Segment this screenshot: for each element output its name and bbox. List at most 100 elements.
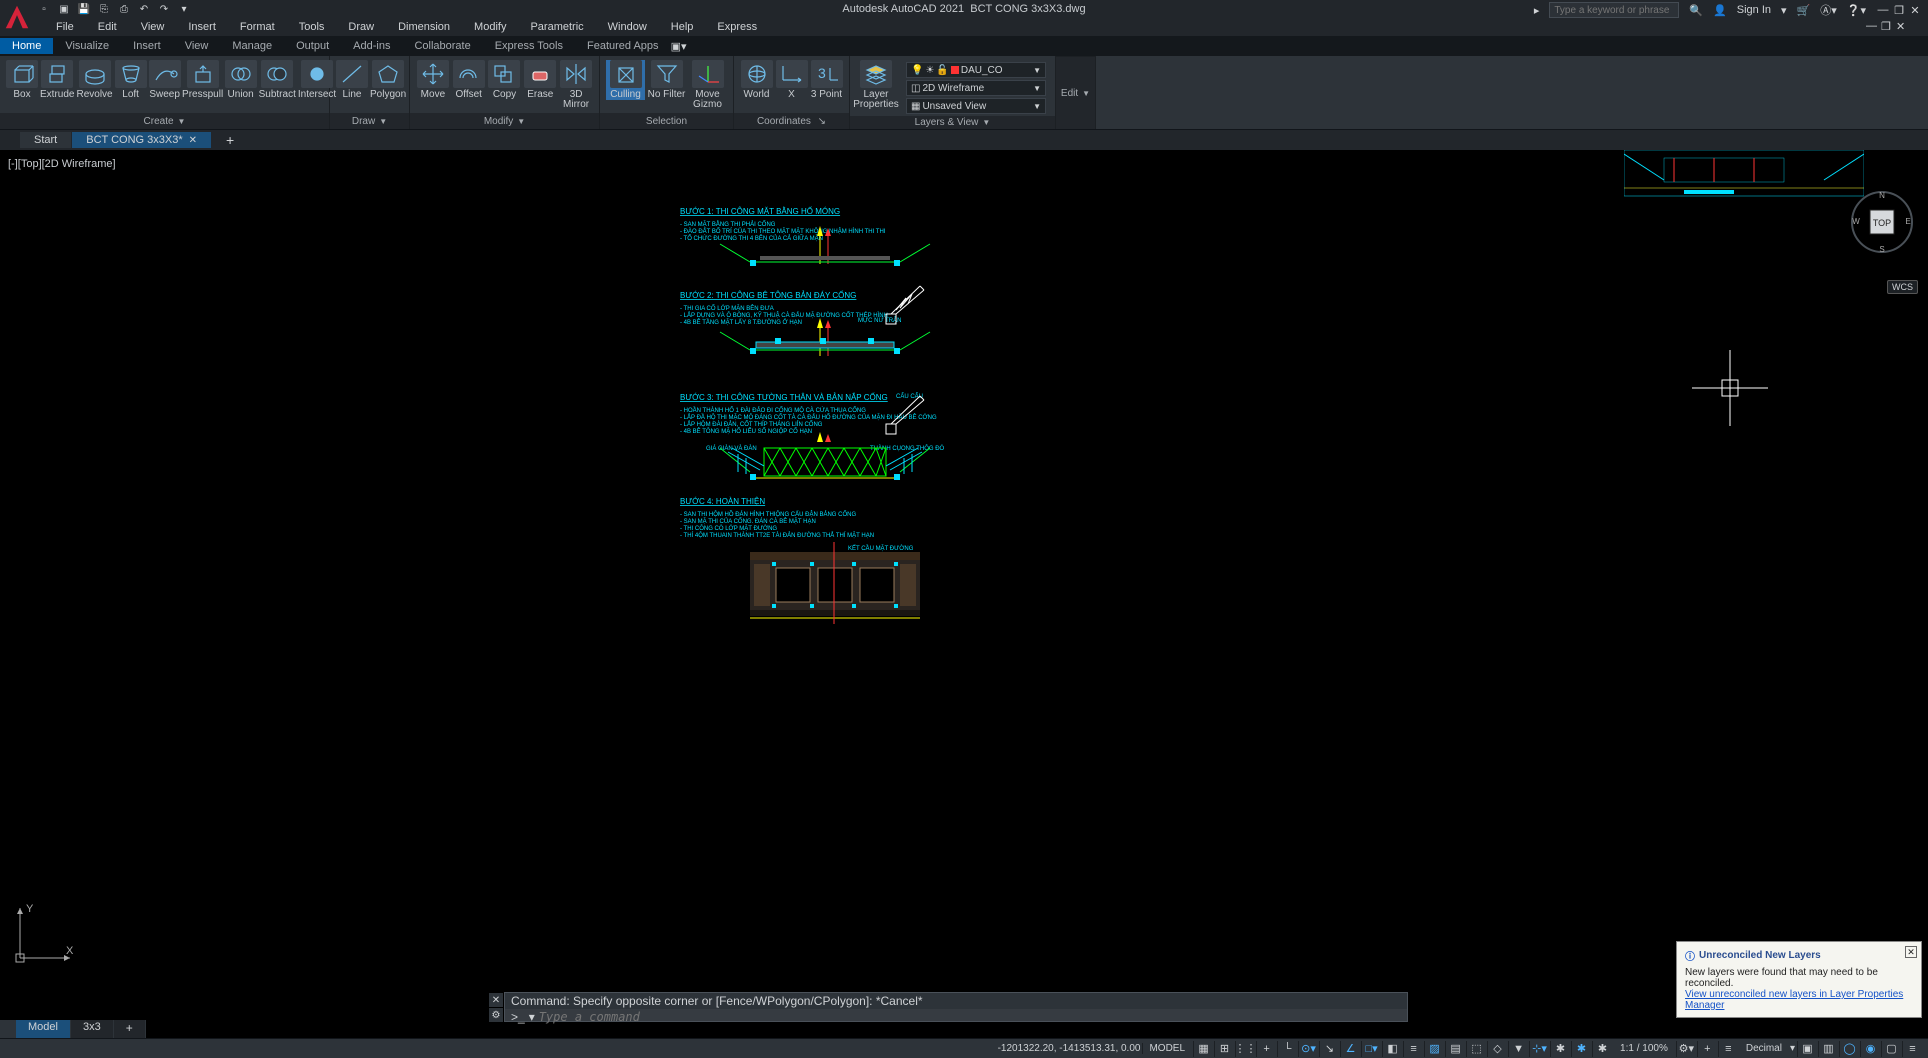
subtract-button[interactable]: Subtract	[259, 60, 296, 100]
new-tab-button[interactable]: +	[212, 130, 248, 150]
tab-express-tools[interactable]: Express Tools	[483, 38, 575, 54]
command-input[interactable]	[539, 1010, 1401, 1024]
world-button[interactable]: World	[740, 60, 773, 100]
panel-edit[interactable]: Edit▼	[1056, 57, 1095, 129]
search-input[interactable]	[1549, 2, 1679, 18]
polar-icon[interactable]: ⊙▾	[1298, 1041, 1318, 1057]
osnap-tracking-icon[interactable]: ∠	[1340, 1041, 1360, 1057]
modelspace-toggle[interactable]: MODEL	[1142, 1043, 1191, 1054]
3dosnap-icon[interactable]: ⬚	[1466, 1041, 1486, 1057]
close-icon[interactable]: ✕	[1908, 3, 1922, 17]
layer-properties-button[interactable]: Layer Properties	[856, 60, 896, 110]
movegizmo-button[interactable]: Move Gizmo	[688, 60, 727, 110]
menu-insert[interactable]: Insert	[176, 20, 228, 34]
close-tab-icon[interactable]: ✕	[189, 135, 197, 146]
panel-coordinates[interactable]: Coordinates ↘	[734, 113, 849, 129]
menu-window[interactable]: Window	[596, 20, 659, 34]
tab-insert[interactable]: Insert	[121, 38, 173, 54]
viewport-label[interactable]: [-][Top][2D Wireframe]	[8, 158, 116, 170]
menu-draw[interactable]: Draw	[336, 20, 386, 34]
undo-icon[interactable]: ↶	[136, 1, 152, 17]
culling-button[interactable]: Culling	[606, 60, 645, 100]
restore-icon[interactable]: ❐	[1892, 3, 1906, 17]
annotation-monitor-icon[interactable]: +	[1697, 1041, 1717, 1057]
doc-restore-icon[interactable]: ❐	[1881, 20, 1895, 34]
3d-osnap-icon[interactable]: ◧	[1382, 1041, 1402, 1057]
cart-icon[interactable]: 🛒	[1797, 4, 1811, 17]
command-line[interactable]: ✕ ⚙ Command: Specify opposite corner or …	[504, 992, 1408, 1022]
doc-minimize-icon[interactable]: —	[1866, 20, 1880, 34]
tab-featured-apps[interactable]: Featured Apps	[575, 38, 671, 54]
signin-dropdown[interactable]: ▾	[1781, 4, 1787, 17]
grid-icon[interactable]: ▦	[1193, 1041, 1213, 1057]
sign-in-label[interactable]: Sign In	[1737, 4, 1771, 16]
search-icon[interactable]: 🔍	[1689, 4, 1703, 17]
menu-file[interactable]: File	[44, 20, 86, 34]
model-tab[interactable]: Model	[16, 1020, 70, 1038]
menu-tools[interactable]: Tools	[287, 20, 337, 34]
save-icon[interactable]: 💾	[76, 1, 92, 17]
menu-dimension[interactable]: Dimension	[386, 20, 462, 34]
workspace-icon[interactable]: ⚙▾	[1676, 1041, 1696, 1057]
box-button[interactable]: Box	[6, 60, 38, 100]
start-tab[interactable]: Start	[20, 132, 71, 148]
panel-layers-view[interactable]: Layers & View▼	[850, 116, 1055, 129]
isodraft-icon[interactable]: ↘	[1319, 1041, 1339, 1057]
layout-tab[interactable]: 3x3	[71, 1020, 113, 1038]
x-axis-button[interactable]: X	[775, 60, 808, 100]
app-menu-icon[interactable]: Ⓐ▾	[1820, 2, 1837, 18]
layer-dropdown[interactable]: 💡 ☀ 🔓 DAU_CO▼	[906, 62, 1046, 78]
units-icon[interactable]: ≡	[1718, 1041, 1738, 1057]
autoscale-icon[interactable]: ✱	[1571, 1041, 1591, 1057]
coordinates-readout[interactable]: -1201322.20, -1413513.31, 0.00	[998, 1043, 1141, 1054]
new-icon[interactable]: ▫	[36, 1, 52, 17]
osnap-icon[interactable]: □▾	[1361, 1041, 1381, 1057]
cmdline-handle-icon[interactable]: ⚙	[489, 1008, 503, 1022]
menu-help[interactable]: Help	[659, 20, 706, 34]
open-icon[interactable]: ▣	[56, 1, 72, 17]
search-arrow-icon[interactable]: ▸	[1534, 4, 1540, 17]
drawing-tab[interactable]: BCT CONG 3x3X3* ✕	[72, 132, 211, 148]
dynamic-ucs-icon[interactable]: ◇	[1487, 1041, 1507, 1057]
transparency-icon[interactable]: ▨	[1424, 1041, 1444, 1057]
menu-express[interactable]: Express	[705, 20, 769, 34]
redo-icon[interactable]: ↷	[156, 1, 172, 17]
tab-home[interactable]: Home	[0, 38, 53, 54]
3point-button[interactable]: 33 Point	[810, 60, 843, 100]
line-button[interactable]: Line	[336, 60, 368, 100]
scale-readout[interactable]: 1:1 / 100%	[1614, 1043, 1674, 1054]
3dmirror-button[interactable]: 3D Mirror	[559, 60, 593, 110]
signin-icon[interactable]: 👤	[1713, 4, 1727, 17]
union-button[interactable]: Union	[225, 60, 257, 100]
hardware-accel-icon[interactable]: ◯	[1839, 1041, 1859, 1057]
copy-button[interactable]: Copy	[488, 60, 522, 100]
dynamic-input-icon[interactable]: +	[1256, 1041, 1276, 1057]
tab-visualize[interactable]: Visualize	[53, 38, 121, 54]
nofilter-button[interactable]: No Filter	[647, 60, 686, 100]
drawing-area[interactable]: [-][Top][2D Wireframe] TOP N E S W WCS Y…	[0, 150, 1928, 1022]
menu-edit[interactable]: Edit	[86, 20, 129, 34]
infer-icon[interactable]: ⋮⋮	[1235, 1041, 1255, 1057]
panel-create[interactable]: Create▼	[0, 113, 329, 129]
extrude-button[interactable]: Extrude	[40, 60, 74, 100]
sweep-button[interactable]: Sweep	[149, 60, 181, 100]
snap-icon[interactable]: ⊞	[1214, 1041, 1234, 1057]
loft-button[interactable]: Loft	[115, 60, 147, 100]
tab-output[interactable]: Output	[284, 38, 341, 54]
menu-modify[interactable]: Modify	[462, 20, 518, 34]
selection-filter-icon[interactable]: ▼	[1508, 1041, 1528, 1057]
saveas-icon[interactable]: ⎘	[96, 1, 112, 17]
menu-format[interactable]: Format	[228, 20, 287, 34]
viewcube[interactable]: TOP N E S W	[1850, 190, 1914, 254]
lock-ui-icon[interactable]: ▥	[1818, 1041, 1838, 1057]
offset-button[interactable]: Offset	[452, 60, 486, 100]
clean-screen-icon[interactable]: ▢	[1881, 1041, 1901, 1057]
isolate-icon[interactable]: ◉	[1860, 1041, 1880, 1057]
notification-link[interactable]: View unreconciled new layers in Layer Pr…	[1685, 989, 1903, 1011]
plot-icon[interactable]: ⎙	[116, 1, 132, 17]
ortho-icon[interactable]: └	[1277, 1041, 1297, 1057]
gizmo-icon[interactable]: ⊹▾	[1529, 1041, 1549, 1057]
customize-icon[interactable]: ≡	[1902, 1041, 1922, 1057]
notification-close-icon[interactable]: ✕	[1905, 946, 1917, 958]
tab-collaborate[interactable]: Collaborate	[402, 38, 482, 54]
